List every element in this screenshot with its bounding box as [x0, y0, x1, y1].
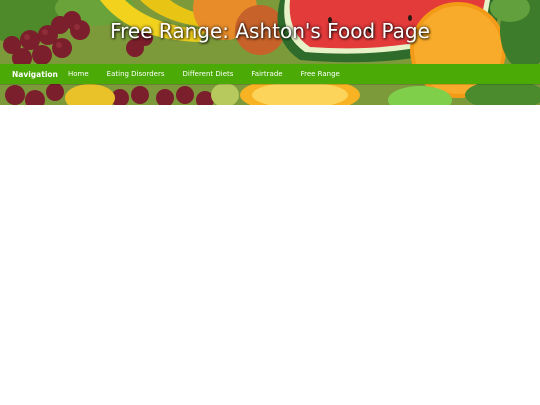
nav-link-fairtrade[interactable]: Fairtrade: [251, 70, 282, 78]
fruit-banner-image: [0, 0, 540, 105]
navigation-bar: Navigation Home Eating Disorders Differe…: [0, 64, 540, 84]
page-title: Free Range: Ashton's Food Page: [110, 19, 430, 43]
nav-links: Home Eating Disorders Different Diets Fa…: [68, 70, 358, 78]
nav-link-home[interactable]: Home: [68, 70, 89, 78]
nav-link-eating-disorders[interactable]: Eating Disorders: [107, 70, 165, 78]
nav-link-free-range[interactable]: Free Range: [301, 70, 340, 78]
navbar-brand[interactable]: Navigation: [0, 70, 68, 79]
nav-link-different-diets[interactable]: Different Diets: [182, 70, 233, 78]
page-content: [0, 105, 540, 405]
header-banner: Free Range: Ashton's Food Page Navigatio…: [0, 0, 540, 105]
